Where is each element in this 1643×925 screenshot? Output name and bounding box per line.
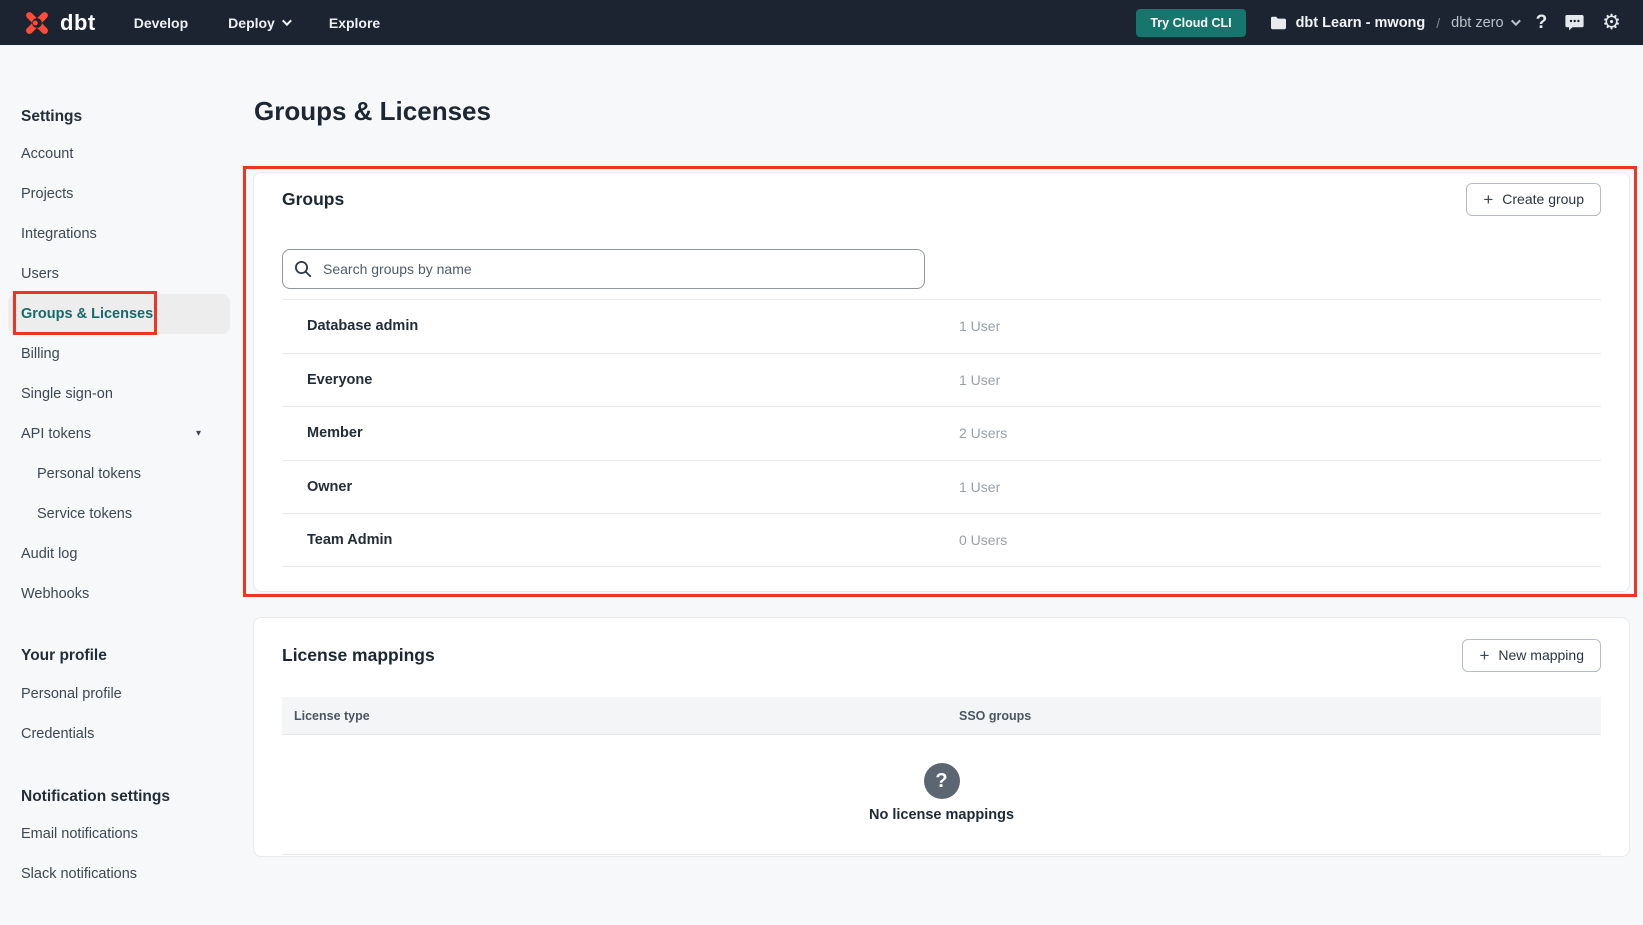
divider [282,854,1601,855]
license-mappings-card: License mappings + New mapping License t… [253,617,1630,857]
navbar-right: Try Cloud CLI dbt Learn - mwong / dbt ze… [1136,9,1621,37]
group-user-count: 2 Users [959,425,1601,441]
sidebar-item-personal-tokens[interactable]: Personal tokens [37,454,141,494]
account-breadcrumb: dbt Learn - mwong / dbt zero [1270,15,1518,31]
caret-down-icon[interactable]: ▾ [196,414,201,454]
sidebar-heading-settings: Settings [21,97,82,137]
sidebar-item-account[interactable]: Account [21,134,73,174]
sidebar-heading-your-profile: Your profile [21,636,107,676]
dbt-logo[interactable]: dbt [22,8,96,38]
try-cloud-cli-button[interactable]: Try Cloud CLI [1136,9,1245,37]
top-navbar: dbt Develop Deploy Explore Try Cloud CLI… [0,0,1643,45]
group-name: Team Admin [282,532,959,548]
nav-deploy[interactable]: Deploy [228,15,289,31]
new-mapping-button[interactable]: + New mapping [1462,639,1601,672]
plus-icon: + [1479,647,1489,664]
sidebar-item-credentials[interactable]: Credentials [21,714,94,754]
sidebar-item-service-tokens[interactable]: Service tokens [37,494,132,534]
breadcrumb-separator: / [1436,15,1440,31]
sidebar-item-api-tokens[interactable]: API tokens [21,414,91,454]
sidebar-item-webhooks[interactable]: Webhooks [21,574,89,614]
group-name: Owner [282,479,959,495]
sidebar-heading-notification-settings: Notification settings [21,777,170,817]
question-mark-icon: ? [924,763,960,799]
license-table-header: License type SSO groups [282,697,1601,735]
create-group-button[interactable]: + Create group [1466,183,1601,216]
sidebar-item-slack-notifications[interactable]: Slack notifications [21,854,137,894]
sidebar-item-groups-licenses[interactable]: Groups & Licenses [21,294,153,334]
dbt-spark-icon [22,8,52,38]
sidebar-item-single-sign-on[interactable]: Single sign-on [21,374,113,414]
sidebar-item-email-notifications[interactable]: Email notifications [21,814,138,854]
help-icon[interactable]: ? [1536,13,1548,32]
column-sso-groups: SSO groups [959,709,1601,723]
account-name[interactable]: dbt Learn - mwong [1296,15,1426,31]
group-name: Member [282,425,959,441]
gear-icon[interactable]: ⚙ [1602,12,1621,33]
chevron-down-icon [282,16,292,26]
groups-card: Groups + Create group Database admin 1 U… [253,172,1630,592]
groups-table: Database admin 1 User Everyone 1 User Me… [282,299,1601,567]
nav-develop[interactable]: Develop [134,15,188,31]
group-user-count: 0 Users [959,532,1601,548]
group-row[interactable]: Owner 1 User [282,460,1601,514]
project-selector[interactable]: dbt zero [1451,15,1517,31]
search-icon [294,260,312,278]
brand-name: dbt [60,10,96,36]
license-empty-state: ? No license mappings [282,735,1601,823]
group-name: Everyone [282,372,959,388]
folder-icon [1270,16,1287,30]
sidebar-item-users[interactable]: Users [21,254,59,294]
search-groups-input[interactable] [282,249,925,289]
group-name: Database admin [282,318,959,334]
sidebar-item-billing[interactable]: Billing [21,334,60,374]
group-row[interactable]: Everyone 1 User [282,353,1601,407]
group-user-count: 1 User [959,372,1601,388]
groups-heading: Groups [282,189,344,210]
column-license-type: License type [282,709,959,723]
group-row[interactable]: Member 2 Users [282,406,1601,460]
group-row[interactable]: Database admin 1 User [282,299,1601,353]
nav-explore[interactable]: Explore [329,15,380,31]
group-row[interactable]: Team Admin 0 Users [282,513,1601,567]
feedback-chat-icon[interactable] [1565,14,1584,32]
group-user-count: 1 User [959,479,1601,495]
plus-icon: + [1483,191,1493,208]
group-user-count: 1 User [959,318,1601,334]
chevron-down-icon [1511,16,1521,26]
primary-nav: Develop Deploy Explore [134,15,381,31]
sidebar-item-personal-profile[interactable]: Personal profile [21,674,122,714]
page-title: Groups & Licenses [254,96,491,127]
empty-state-text: No license mappings [869,807,1014,823]
sidebar-item-projects[interactable]: Projects [21,174,73,214]
license-mappings-heading: License mappings [282,645,435,666]
sidebar-item-audit-log[interactable]: Audit log [21,534,77,574]
sidebar-item-integrations[interactable]: Integrations [21,214,97,254]
